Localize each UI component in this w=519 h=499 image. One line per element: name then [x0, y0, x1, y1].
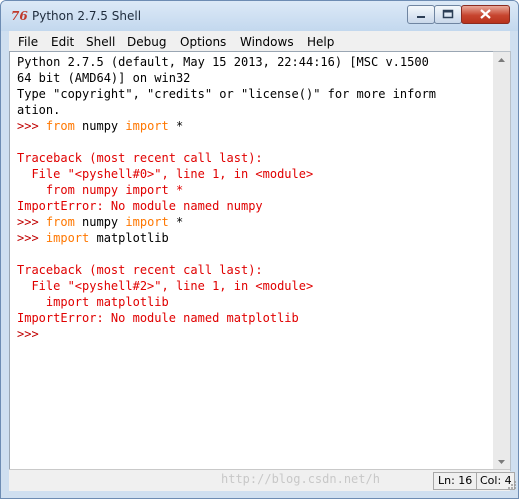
error-text: import matplotlib [17, 295, 169, 309]
menu-shell[interactable]: Shell [86, 35, 115, 49]
minimize-button[interactable] [407, 5, 435, 24]
error-text: Traceback (most recent call last): [17, 151, 263, 165]
scroll-down-arrow-icon[interactable] [493, 453, 510, 470]
shell-text: numpy [74, 215, 126, 229]
close-icon [480, 9, 491, 19]
shell-text: 64 bit (AMD64)] on win32 [17, 71, 191, 85]
error-text: File "<pyshell#0>", line 1, in <module> [17, 167, 314, 181]
error-text: ImportError: No module named numpy [17, 199, 263, 213]
error-text: File "<pyshell#2>", line 1, in <module> [17, 279, 314, 293]
menu-edit[interactable]: Edit [51, 35, 74, 49]
shell-line: File "<pyshell#0>", line 1, in <module> [17, 167, 313, 183]
shell-line: >>> import matplotlib [17, 231, 169, 247]
vertical-scrollbar[interactable] [493, 51, 511, 471]
status-line-number: Ln: 16 [433, 472, 481, 490]
shell-text: ation. [17, 103, 61, 117]
shell-line: Python 2.7.5 (default, May 15 2013, 22:4… [17, 55, 429, 71]
shell-line: Type "copyright", "credits" or "license(… [17, 87, 436, 103]
python-app-icon: 76 [11, 9, 28, 23]
shell-text: matplotlib [89, 231, 169, 245]
watermark: http://blog.csdn.net/h [221, 472, 380, 486]
resize-grip-icon[interactable] [507, 480, 517, 490]
shell-prompt: >>> [17, 327, 46, 341]
error-text: from numpy import * [17, 183, 184, 197]
menu-file[interactable]: File [18, 35, 38, 49]
shell-prompt: >>> [17, 119, 46, 133]
shell-text: Type "copyright", "credits" or "license(… [17, 87, 437, 101]
menu-debug[interactable]: Debug [127, 35, 166, 49]
shell-prompt: >>> [17, 231, 46, 245]
shell-line: from numpy import * [17, 183, 183, 199]
maximize-button[interactable] [434, 5, 462, 24]
shell-text: * [168, 215, 184, 229]
shell-line: ImportError: No module named numpy [17, 199, 263, 215]
shell-text: numpy [74, 119, 126, 133]
title-bar[interactable]: 76 Python 2.7.5 Shell [1, 1, 518, 31]
shell-line: import matplotlib [17, 295, 169, 311]
keyword-text: import [125, 215, 169, 229]
keyword-text: import [125, 119, 169, 133]
close-button[interactable] [461, 5, 510, 24]
maximize-icon [442, 9, 454, 19]
status-bar: http://blog.csdn.net/h Ln: 16 Col: 4 [9, 469, 516, 491]
shell-text: * [168, 119, 184, 133]
shell-line: 64 bit (AMD64)] on win32 [17, 71, 190, 87]
scroll-up-arrow-icon[interactable] [493, 52, 510, 69]
menu-windows[interactable]: Windows [240, 35, 294, 49]
error-text: ImportError: No module named matplotlib [17, 311, 299, 325]
python-shell-window: 76 Python 2.7.5 Shell File Edit Shell De… [0, 0, 519, 499]
shell-prompt: >>> [17, 215, 46, 229]
error-text: Traceback (most recent call last): [17, 263, 263, 277]
keyword-text: import [45, 231, 90, 245]
menu-options[interactable]: Options [180, 35, 226, 49]
shell-text-area[interactable]: Python 2.7.5 (default, May 15 2013, 22:4… [9, 51, 494, 471]
shell-line: Traceback (most recent call last): [17, 151, 263, 167]
menu-help[interactable]: Help [307, 35, 334, 49]
shell-line: Traceback (most recent call last): [17, 263, 263, 279]
shell-line: ation. [17, 103, 60, 119]
shell-line: File "<pyshell#2>", line 1, in <module> [17, 279, 313, 295]
minimize-icon [417, 16, 425, 18]
shell-line: ImportError: No module named matplotlib [17, 311, 299, 327]
shell-text: Python 2.7.5 (default, May 15 2013, 22:4… [17, 55, 429, 69]
keyword-text: from [45, 119, 75, 133]
shell-line: >>> from numpy import * [17, 119, 183, 135]
shell-line: >>> from numpy import * [17, 215, 183, 231]
shell-line: >>> [17, 327, 46, 343]
keyword-text: from [45, 215, 75, 229]
window-title: Python 2.7.5 Shell [32, 9, 142, 23]
